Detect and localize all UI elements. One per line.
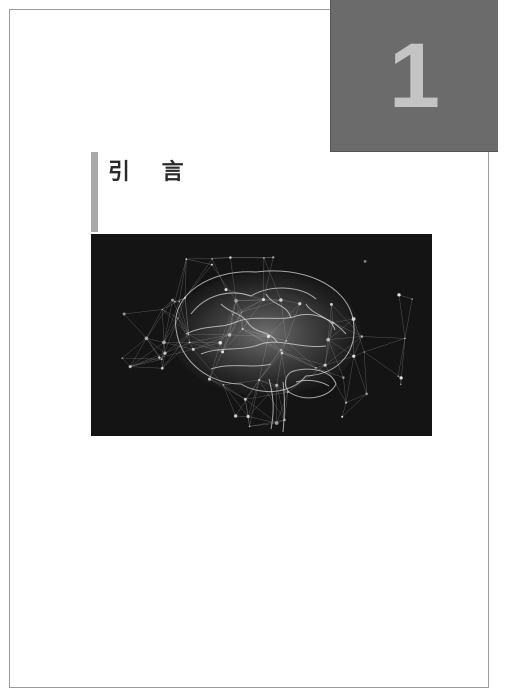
chapter-number: 1 xyxy=(388,25,441,127)
chapter-title: 引 言 xyxy=(108,160,196,185)
chapter-number-block: 1 xyxy=(330,0,498,152)
title-accent-bar xyxy=(91,152,98,232)
brain-network-image xyxy=(91,234,432,436)
brain-network-icon xyxy=(91,234,432,436)
